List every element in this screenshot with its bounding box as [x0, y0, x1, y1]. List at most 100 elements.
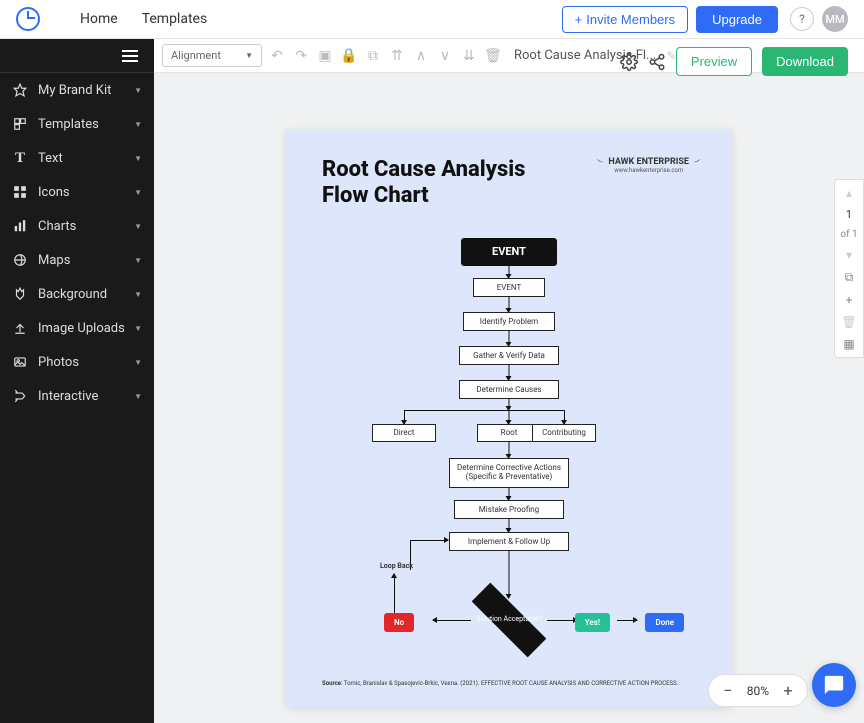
- chevron-down-icon: ▼: [134, 290, 142, 299]
- upload-icon: [12, 320, 28, 336]
- wing-left-icon: [595, 157, 605, 167]
- node-direct[interactable]: Direct: [372, 424, 436, 442]
- sidebar-item-label: My Brand Kit: [38, 83, 134, 98]
- alignment-select[interactable]: Alignment ▼: [162, 44, 262, 67]
- sidebar-item-label: Image Uploads: [38, 321, 134, 336]
- sidebar-item-templates[interactable]: Templates ▼: [0, 107, 154, 141]
- redo-icon[interactable]: ↷: [292, 47, 310, 65]
- chevron-down-icon: ▼: [134, 120, 142, 129]
- source-citation: Source: Tomic, Branislav & Spasojevic-Br…: [322, 680, 696, 687]
- loop-back-label: Loop Back: [380, 563, 413, 570]
- chevron-down-icon: ▼: [134, 154, 142, 163]
- send-back-icon[interactable]: ⇊: [460, 47, 478, 65]
- node-event[interactable]: EVENT: [473, 278, 545, 297]
- templates-icon: [12, 116, 28, 132]
- share-icon[interactable]: [648, 53, 666, 71]
- chat-button[interactable]: [812, 663, 856, 707]
- text-icon: T: [12, 150, 28, 166]
- plus-icon: +: [575, 12, 583, 27]
- zoom-out-button[interactable]: −: [721, 681, 735, 700]
- sidebar-item-label: Maps: [38, 253, 134, 268]
- sidebar: My Brand Kit ▼ Templates ▼ T Text ▼ Icon…: [0, 39, 154, 723]
- workspace: Alignment ▼ ↶ ↷ ▣ 🔒 ⧉ ⇈ ∧ ∨ ⇊ 🗑 Root Cau…: [154, 39, 864, 723]
- delete-page-icon[interactable]: 🗑: [841, 315, 856, 329]
- decision-text: Solution Acceptable?: [473, 598, 545, 642]
- sidebar-item-text[interactable]: T Text ▼: [0, 141, 154, 175]
- hamburger-icon: [122, 50, 138, 62]
- node-implement[interactable]: Implement & Follow Up: [449, 532, 569, 551]
- sidebar-item-uploads[interactable]: Image Uploads ▼: [0, 311, 154, 345]
- zoom-in-button[interactable]: +: [781, 681, 795, 700]
- background-icon: [12, 286, 28, 302]
- chevron-down-icon: ▼: [134, 324, 142, 333]
- sidebar-item-charts[interactable]: Charts ▼: [0, 209, 154, 243]
- zoom-control: − 80% +: [708, 674, 808, 707]
- node-determine[interactable]: Determine Causes: [459, 380, 559, 399]
- help-button[interactable]: ?: [790, 7, 814, 31]
- pages-panel: ▴ 1 of 1 ▾ ⧉ + 🗑 ▦: [834, 179, 864, 358]
- sidebar-item-label: Icons: [38, 185, 134, 200]
- sidebar-item-icons[interactable]: Icons ▼: [0, 175, 154, 209]
- brand-name: HAWK ENTERPRISE: [608, 157, 689, 167]
- upgrade-button[interactable]: Upgrade: [696, 6, 778, 33]
- chevron-down-icon: ▼: [134, 358, 142, 367]
- bring-front-icon[interactable]: ⇈: [388, 47, 406, 65]
- forward-icon[interactable]: ∧: [412, 47, 430, 65]
- preview-button[interactable]: Preview: [676, 47, 752, 76]
- sidebar-item-label: Text: [38, 151, 134, 166]
- delete-icon[interactable]: 🗑: [484, 47, 502, 65]
- copy-icon[interactable]: ⧉: [364, 47, 382, 65]
- settings-icon[interactable]: [620, 53, 638, 71]
- chevron-down-icon: ▼: [134, 188, 142, 197]
- invite-members-button[interactable]: + Invite Members: [562, 6, 688, 33]
- sidebar-item-label: Photos: [38, 355, 134, 370]
- page-current: 1: [846, 208, 852, 221]
- sidebar-item-label: Templates: [38, 117, 134, 132]
- node-contributing[interactable]: Contributing: [532, 424, 596, 442]
- node-mistake[interactable]: Mistake Proofing: [454, 500, 564, 519]
- node-yes[interactable]: Yes!: [575, 613, 610, 632]
- node-gather[interactable]: Gather & Verify Data: [459, 346, 559, 365]
- chevron-down-icon: ▼: [134, 86, 142, 95]
- grid-view-icon[interactable]: ▦: [843, 337, 854, 351]
- sidebar-item-label: Charts: [38, 219, 134, 234]
- sidebar-item-maps[interactable]: Maps ▼: [0, 243, 154, 277]
- alignment-label: Alignment: [171, 49, 221, 62]
- page-down-icon[interactable]: ▾: [846, 248, 852, 262]
- star-icon: [12, 82, 28, 98]
- sidebar-item-label: Interactive: [38, 389, 134, 404]
- sidebar-item-background[interactable]: Background ▼: [0, 277, 154, 311]
- node-no[interactable]: No: [384, 613, 414, 632]
- sidebar-item-photos[interactable]: Photos ▼: [0, 345, 154, 379]
- photos-icon: [12, 354, 28, 370]
- zoom-level: 80%: [747, 684, 769, 698]
- chevron-down-icon: ▼: [245, 51, 253, 60]
- flowchart: EVENT EVENT Identify Problem Gather & Ve…: [322, 238, 696, 658]
- nav-templates[interactable]: Templates: [142, 11, 208, 27]
- lock-icon[interactable]: 🔒: [340, 47, 358, 65]
- canvas-area[interactable]: Root Cause Analysis Flow Chart HAWK ENTE…: [154, 73, 864, 723]
- group-icon[interactable]: ▣: [316, 47, 334, 65]
- page-up-icon[interactable]: ▴: [846, 186, 852, 200]
- invite-label: Invite Members: [586, 12, 675, 27]
- add-page-icon[interactable]: +: [846, 293, 853, 307]
- document-canvas[interactable]: Root Cause Analysis Flow Chart HAWK ENTE…: [286, 129, 732, 707]
- nav-home[interactable]: Home: [80, 11, 118, 27]
- chevron-down-icon: ▼: [134, 222, 142, 231]
- node-event-main[interactable]: EVENT: [461, 238, 557, 266]
- sidebar-item-brandkit[interactable]: My Brand Kit ▼: [0, 73, 154, 107]
- sidebar-toggle[interactable]: [0, 39, 154, 73]
- brand-url: www.hawkenterprise.com: [595, 167, 702, 174]
- copy-page-icon[interactable]: ⧉: [845, 270, 854, 285]
- node-corrective[interactable]: Determine Corrective Actions (Specific &…: [449, 458, 569, 488]
- sidebar-item-interactive[interactable]: Interactive ▼: [0, 379, 154, 413]
- undo-icon[interactable]: ↶: [268, 47, 286, 65]
- icons-icon: [12, 184, 28, 200]
- node-done[interactable]: Done: [645, 613, 684, 632]
- download-button[interactable]: Download: [762, 47, 848, 76]
- node-identify[interactable]: Identify Problem: [463, 312, 555, 331]
- logo-icon[interactable]: [16, 7, 40, 31]
- backward-icon[interactable]: ∨: [436, 47, 454, 65]
- avatar[interactable]: MM: [822, 6, 848, 32]
- node-decision[interactable]: Solution Acceptable?: [473, 598, 545, 642]
